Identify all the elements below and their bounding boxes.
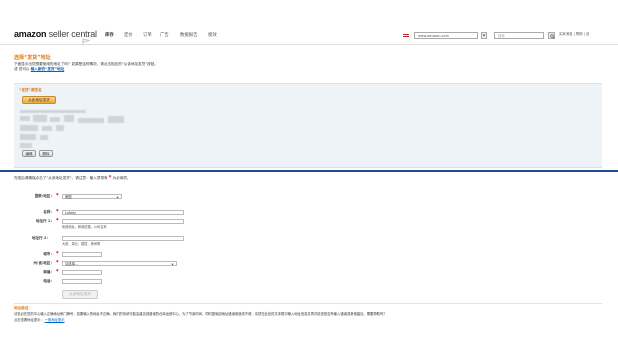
required-marker: * [56,209,59,215]
edit-address-button[interactable]: 编辑 [22,150,36,157]
address-line1-label: 地址行 1： [35,219,54,223]
marketplace-flag-icon [403,34,409,38]
form-divider [0,170,618,172]
phone-label: 电话： [43,279,54,283]
search-icon [549,33,555,39]
nav-inventory[interactable]: 库存 [105,32,114,38]
phone-input[interactable] [62,279,102,284]
delete-address-button[interactable]: 删除 [39,150,53,157]
address-tips-line: 点击查看地址提示： 一般地址提示 [14,318,65,322]
country-select[interactable]: 美国 [62,194,122,199]
required-marker: * [56,260,59,266]
form-instructions: 完成后请确保点击了“从该地址发货”。请注意：输入项带有 * 为必填项。 [14,175,131,181]
address-line1-hint: 街道地址，邮政信箱，公司名称 [62,225,107,229]
required-marker: * [56,251,59,257]
nav-advertising[interactable]: 广告 [160,32,169,38]
required-marker: * [56,269,59,275]
required-marker: * [56,218,59,224]
search-input[interactable]: 搜索 [494,32,544,39]
nav-performance[interactable]: 绩效 [208,32,217,38]
address-block [20,110,140,150]
address-verification-text: 请务必在您的中心输入正确地址和门牌号，如果输入的地址不正确，我们的系统可能会建议… [14,312,387,316]
new-address-line: 或 您可以 输入新的“发货”地址 [14,67,65,71]
nav-pricing[interactable]: 定价 [124,32,133,38]
marketplace-dropdown-button[interactable] [481,32,487,39]
nav-reports[interactable]: 数据报告 [180,32,198,38]
zip-label: 邮编： [43,270,54,274]
chevron-down-icon [482,34,486,37]
chevron-down-icon [171,263,174,265]
name-input[interactable]: Lafady [62,210,184,215]
address-verification-title: 地址验证 [14,306,29,310]
state-select[interactable]: 请选择... [62,261,177,266]
header-divider [0,44,618,45]
address-panel: “发货”源签名 从此地址发货 编辑 删除 [14,83,602,168]
search-button[interactable] [548,32,555,39]
city-label: 城市： [43,252,54,256]
nav-orders[interactable]: 订单 [143,32,152,38]
zip-input[interactable] [62,270,102,275]
required-marker: * [56,193,59,199]
ship-from-this-address-button[interactable]: 从此地址发货 [22,96,56,104]
header-right-links[interactable]: 买家消息 | 帮助 | 设 [559,32,589,37]
city-input[interactable] [62,252,102,257]
address-line1-input[interactable] [62,219,184,224]
state-label: 州/省/地区： [33,261,54,265]
default-address-label: “发货”源签名 [19,88,42,92]
address-line2-label: 地址行 2： [31,236,50,240]
required-marker: * [108,175,112,181]
page-title: 选择“发货”地址 [14,55,51,61]
address-line2-hint: 大厦、单元、楼层、房间等 [62,242,101,246]
address-tips-link[interactable]: 一般地址提示 [45,318,65,322]
top-header: amazon seller central 库存 定价 订单 广告 数据报告 绩… [0,24,618,46]
chevron-down-icon [116,196,119,198]
country-label: 国家/地区： [34,194,54,198]
new-address-link[interactable]: 输入新的“发货”地址 [31,67,64,71]
name-label: 名称： [43,210,54,214]
address-line2-input[interactable] [62,236,184,241]
marketplace-select[interactable]: www.amazon.com [414,32,478,39]
ship-from-address-submit-button[interactable]: 从该地址发货 [62,290,98,299]
footer-divider [14,303,602,304]
flag-icon[interactable] [82,31,91,46]
